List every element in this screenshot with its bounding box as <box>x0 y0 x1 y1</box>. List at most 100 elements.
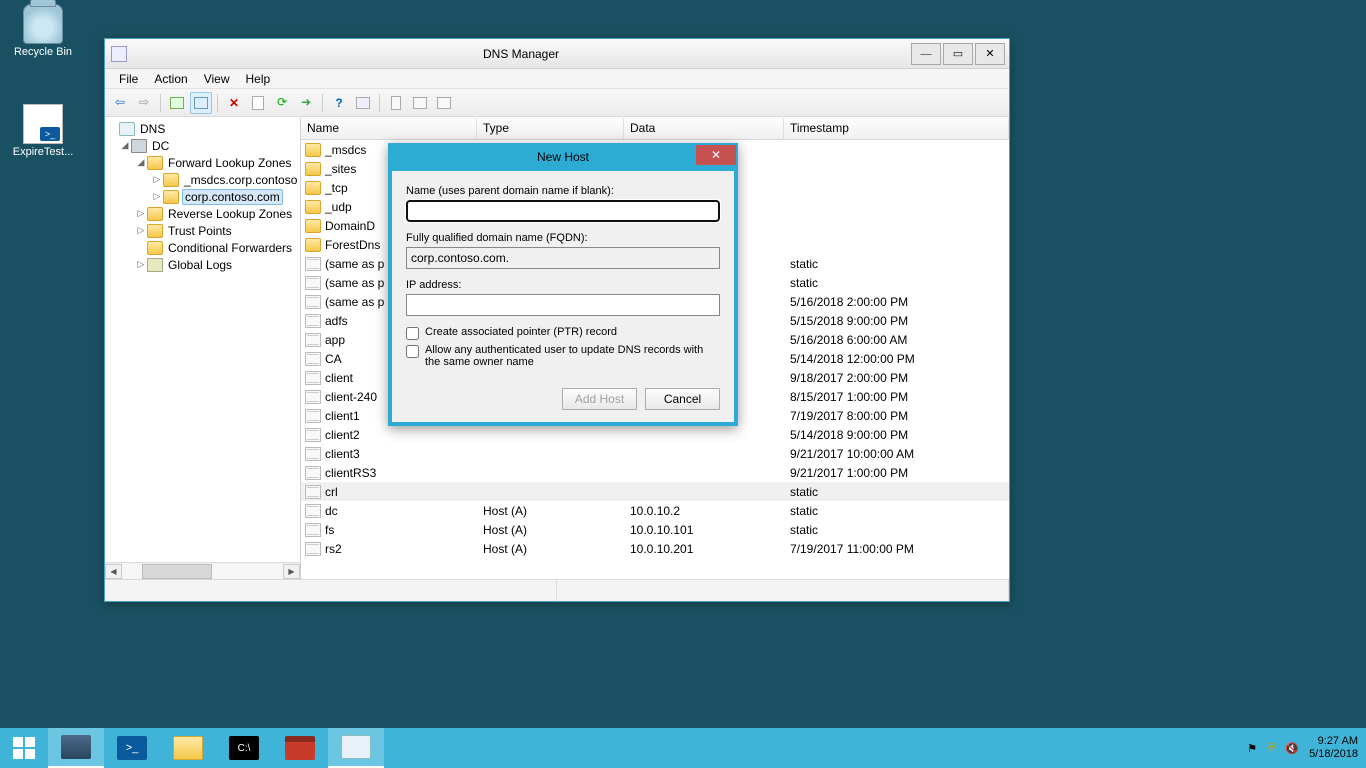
cell-name: _sites <box>325 162 356 176</box>
auth-checkbox[interactable] <box>406 345 419 358</box>
auth-checkbox-label[interactable]: Allow any authenticated user to update D… <box>406 344 720 368</box>
tree-trust-points[interactable]: ▷Trust Points <box>107 222 300 239</box>
column-header-name[interactable]: Name <box>301 118 477 139</box>
tree-root-dns[interactable]: DNS <box>107 120 300 137</box>
list-row[interactable]: crlstatic <box>301 482 1009 501</box>
list-row[interactable]: client3 9/21/2017 10:00:00 AM <box>301 444 1009 463</box>
minimize-button[interactable]: — <box>911 43 941 65</box>
ip-input[interactable] <box>406 294 720 316</box>
record-icon <box>305 371 321 385</box>
tree-horizontal-scrollbar[interactable]: ◀ ▶ <box>105 562 300 579</box>
list-row[interactable]: client25/14/2018 9:00:00 PM <box>301 425 1009 444</box>
cell-name: client <box>325 371 353 385</box>
cell-timestamp: 9/18/2017 2:00:00 PM <box>784 371 1009 385</box>
server-icon <box>131 139 147 153</box>
tree-global-logs[interactable]: ▷Global Logs <box>107 256 300 273</box>
cell-timestamp: 9/21/2017 1:00:00 PM <box>784 466 1009 480</box>
cell-timestamp: 5/14/2018 12:00:00 PM <box>784 352 1009 366</box>
cell-timestamp: 7/19/2017 11:00:00 PM <box>784 542 1009 556</box>
dialog-close-button[interactable]: ✕ <box>696 145 736 165</box>
cell-name: client-240 <box>325 390 377 404</box>
delete-button[interactable]: ✕ <box>223 92 245 114</box>
new-window-button[interactable] <box>166 92 188 114</box>
folder-icon <box>147 207 163 221</box>
volume-muted-icon[interactable]: 🔇 <box>1285 742 1299 755</box>
cell-name: client1 <box>325 409 360 423</box>
scroll-right-button[interactable]: ▶ <box>283 564 300 579</box>
tree[interactable]: DNS ◢DC ◢Forward Lookup Zones ▷_msdcs.co… <box>105 118 300 562</box>
new-record-button[interactable] <box>352 92 374 114</box>
titlebar[interactable]: DNS Manager — ▭ ✕ <box>105 39 1009 69</box>
folder-icon <box>147 224 163 238</box>
new-zone-button[interactable] <box>385 92 407 114</box>
filter-button[interactable] <box>409 92 431 114</box>
explorer-icon <box>173 736 203 760</box>
hide-console-tree-button[interactable] <box>190 92 212 114</box>
column-header-data[interactable]: Data <box>624 118 784 139</box>
record-icon <box>305 390 321 404</box>
add-host-button[interactable]: Add Host <box>562 388 637 410</box>
forward-button[interactable]: ⇨ <box>133 92 155 114</box>
help-button[interactable]: ? <box>328 92 350 114</box>
menu-help[interactable]: Help <box>238 70 279 88</box>
column-header-timestamp[interactable]: Timestamp <box>784 118 1009 139</box>
taskbar-server-manager[interactable] <box>48 728 104 768</box>
refresh-button[interactable]: ⟳ <box>271 92 293 114</box>
menu-view[interactable]: View <box>196 70 238 88</box>
menu-action[interactable]: Action <box>146 70 195 88</box>
menu-file[interactable]: File <box>111 70 146 88</box>
cell-timestamp: 5/15/2018 9:00:00 PM <box>784 314 1009 328</box>
tree-conditional-forwarders[interactable]: Conditional Forwarders <box>107 239 300 256</box>
scroll-track[interactable] <box>122 564 283 579</box>
folder-icon <box>147 156 163 170</box>
name-input[interactable] <box>406 200 720 222</box>
folder-icon <box>305 181 321 195</box>
list-row[interactable]: clientRS39/21/2017 1:00:00 PM <box>301 463 1009 482</box>
list-header[interactable]: Name Type Data Timestamp <box>301 118 1009 140</box>
dns-button[interactable] <box>433 92 455 114</box>
list-row[interactable]: dcHost (A)10.0.10.2static <box>301 501 1009 520</box>
cell-name: client3 <box>325 447 360 461</box>
shield-icon[interactable]: ⛨ <box>1267 742 1275 755</box>
cell-timestamp: 5/16/2018 2:00:00 PM <box>784 295 1009 309</box>
taskbar-dns-manager[interactable] <box>328 728 384 768</box>
maximize-button[interactable]: ▭ <box>943 43 973 65</box>
taskbar-cmd[interactable]: C:\ <box>216 728 272 768</box>
dns-manager-icon <box>341 735 371 759</box>
ip-label: IP address: <box>406 279 720 291</box>
scroll-thumb[interactable] <box>142 564 212 579</box>
list-row[interactable]: fsHost (A)10.0.10.101static <box>301 520 1009 539</box>
ptr-checkbox[interactable] <box>406 327 419 340</box>
properties-button[interactable] <box>247 92 269 114</box>
scroll-left-button[interactable]: ◀ <box>105 564 122 579</box>
desktop-icon-recycle-bin[interactable]: Recycle Bin <box>8 4 78 58</box>
tree-zone-msdcs[interactable]: ▷_msdcs.corp.contoso <box>107 171 300 188</box>
desktop-icon-expiretest[interactable]: ExpireTest... <box>8 104 78 158</box>
back-button[interactable]: ⇦ <box>109 92 131 114</box>
taskbar-toolbox[interactable] <box>272 728 328 768</box>
cell-name: app <box>325 333 345 347</box>
tray-clock[interactable]: 9:27 AM 5/18/2018 <box>1309 735 1358 761</box>
tree-server-dc[interactable]: ◢DC <box>107 137 300 154</box>
cell-timestamp: static <box>784 276 1009 290</box>
powershell-file-icon <box>23 104 63 144</box>
ptr-checkbox-label[interactable]: Create associated pointer (PTR) record <box>406 326 720 340</box>
export-button[interactable]: ➜ <box>295 92 317 114</box>
taskbar-explorer[interactable] <box>160 728 216 768</box>
taskbar-powershell[interactable]: >_ <box>104 728 160 768</box>
cell-type: Host (A) <box>477 504 624 518</box>
tree-zone-corp-contoso[interactable]: ▷corp.contoso.com <box>107 188 300 205</box>
tree-forward-lookup-zones[interactable]: ◢Forward Lookup Zones <box>107 154 300 171</box>
close-button[interactable]: ✕ <box>975 43 1005 65</box>
list-row[interactable]: rs2Host (A)10.0.10.2017/19/2017 11:00:00… <box>301 539 1009 558</box>
start-button[interactable] <box>0 728 48 768</box>
cancel-button[interactable]: Cancel <box>645 388 720 410</box>
dialog-titlebar[interactable]: New Host ✕ <box>388 143 738 171</box>
tray-date: 5/18/2018 <box>1309 748 1358 761</box>
cell-timestamp: 9/21/2017 10:00:00 AM <box>784 447 1009 461</box>
column-header-type[interactable]: Type <box>477 118 624 139</box>
desktop-icon-label: ExpireTest... <box>8 146 78 158</box>
recycle-bin-icon <box>23 4 63 44</box>
tree-reverse-lookup-zones[interactable]: ▷Reverse Lookup Zones <box>107 205 300 222</box>
flag-icon[interactable]: ⚑ <box>1247 742 1257 755</box>
